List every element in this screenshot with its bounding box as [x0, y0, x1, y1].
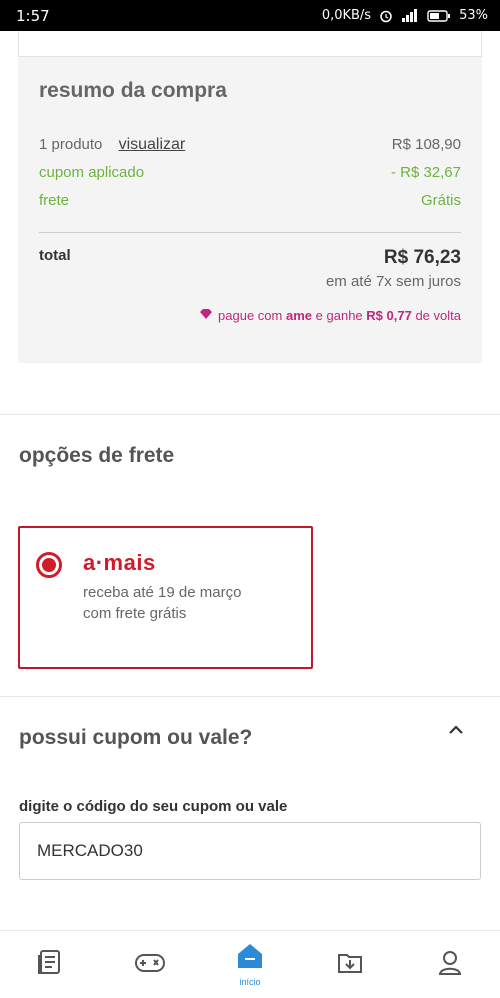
amais-logo: a·mais — [83, 550, 156, 575]
purchase-summary: resumo da compra 1 produto visualizar R$… — [18, 57, 482, 363]
total-value: R$ 76,23 — [383, 247, 461, 268]
nav-item-list[interactable] — [20, 935, 80, 995]
installments-text: em até 7x sem juros — [325, 273, 461, 290]
ame-text-post: de volta — [415, 308, 461, 323]
alarm-icon — [379, 9, 393, 23]
view-products-link[interactable]: visualizar — [119, 136, 186, 153]
shipping-row: frete Grátis — [39, 192, 461, 220]
total-row: total R$ 76,23 — [39, 247, 461, 269]
freight-option-amais[interactable]: a·mais receba até 19 de março com frete … — [18, 526, 313, 669]
diamond-icon — [198, 308, 214, 323]
nav-item-games[interactable] — [120, 935, 180, 995]
list-icon — [35, 947, 65, 982]
coupon-applied-label: cupom aplicado — [39, 164, 145, 181]
chevron-up-icon[interactable] — [446, 720, 466, 740]
nav-home-label: início — [239, 977, 261, 987]
products-value: R$ 108,90 — [391, 136, 461, 153]
section-divider — [0, 414, 500, 415]
section-divider — [0, 696, 500, 697]
bottom-nav: início — [0, 930, 500, 998]
status-time: 1:57 — [16, 6, 50, 25]
freight-radio[interactable] — [36, 552, 62, 578]
ame-text-pre: pague com — [218, 308, 283, 323]
ame-brand: ame — [286, 308, 313, 323]
products-row: 1 produto visualizar R$ 108,90 — [39, 136, 461, 164]
nav-item-profile[interactable] — [420, 935, 480, 995]
nav-item-home[interactable]: início — [220, 935, 280, 995]
shipping-label: frete — [39, 192, 70, 209]
summary-divider — [39, 232, 461, 233]
coupon-code-input[interactable] — [19, 822, 481, 880]
coupon-discount-value: - R$ 32,67 — [390, 164, 461, 181]
product-card-bottom — [18, 31, 482, 57]
user-icon — [435, 947, 465, 982]
download-folder-icon — [335, 947, 365, 982]
ame-cashback-banner: pague com ame e ganhe R$ 0,77 de volta — [39, 308, 461, 323]
summary-title: resumo da compra — [39, 79, 227, 102]
network-speed: 0,0KB/s — [321, 8, 372, 23]
coupon-row: cupom aplicado - R$ 32,67 — [39, 164, 461, 192]
status-bar: 1:57 0,0KB/s 53% — [0, 0, 500, 31]
shipping-value: Grátis — [420, 192, 461, 209]
products-label: 1 produto — [39, 136, 103, 153]
freight-free-shipping: com frete grátis — [83, 605, 187, 622]
ame-text-mid: e ganhe — [315, 308, 363, 323]
gamepad-icon — [133, 947, 167, 982]
total-label: total — [39, 247, 71, 264]
battery-icon — [427, 9, 451, 22]
home-icon — [236, 942, 264, 975]
ame-amount: R$ 0,77 — [366, 308, 412, 323]
signal-icon — [401, 9, 419, 22]
battery-level: 53% — [459, 8, 488, 23]
freight-delivery-date: receba até 19 de março — [83, 584, 242, 601]
nav-item-downloads[interactable] — [320, 935, 380, 995]
coupon-section-title: possui cupom ou vale? — [19, 726, 253, 749]
freight-section-title: opções de frete — [19, 444, 175, 467]
coupon-field-label: digite o código do seu cupom ou vale — [19, 798, 288, 815]
